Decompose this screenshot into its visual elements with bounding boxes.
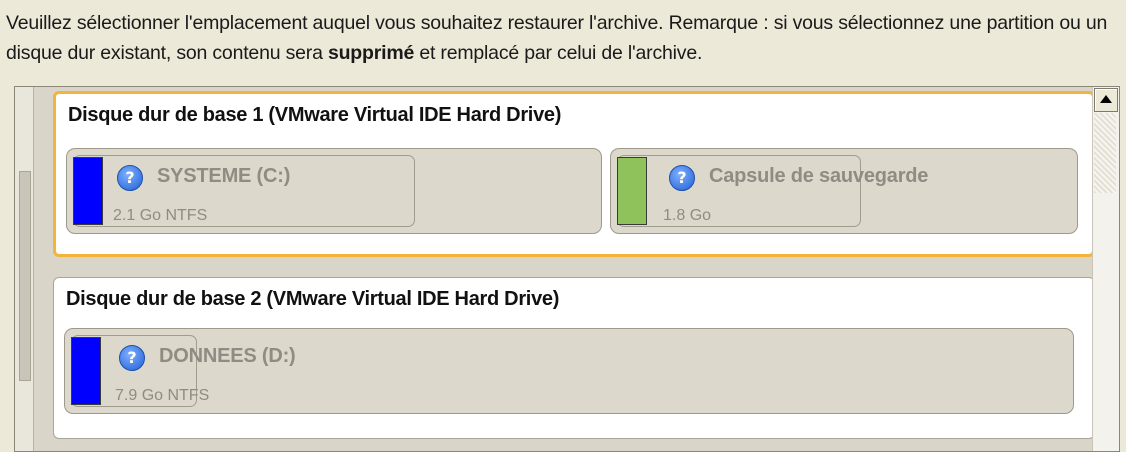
partition-capsule[interactable]: ? Capsule de sauvegarde 1.8 Go [610,148,1078,234]
partition-donnees-color-bar [71,337,101,405]
scrollbar-track[interactable] [1094,113,1116,193]
disk-2-partitions: ? DONNEES (D:) 7.9 Go NTFS [64,328,1084,414]
instructions-text-end: et remplacé par celui de l'archive. [414,42,703,64]
left-strip-notch [19,171,31,381]
scroll-up-triangle [1100,95,1112,103]
help-icon[interactable]: ? [669,165,695,191]
instructions-text: Veuillez sélectionner l'emplacement auqu… [6,8,1116,68]
disk-1-partitions: ? SYSTEME (C:) 2.1 Go NTFS ? Capsule de … [66,148,1082,234]
disk-list-panel: Disque dur de base 1 (VMware Virtual IDE… [14,86,1120,452]
partition-donnees[interactable]: ? DONNEES (D:) 7.9 Go NTFS [64,328,1074,414]
partition-systeme-color-bar [73,157,103,225]
disk-list-content: Disque dur de base 1 (VMware Virtual IDE… [35,87,1095,451]
partition-donnees-info: 7.9 Go NTFS [115,387,210,404]
help-icon[interactable]: ? [117,165,143,191]
disk-1-card[interactable]: Disque dur de base 1 (VMware Virtual IDE… [53,91,1095,257]
disk-2-card[interactable]: Disque dur de base 2 (VMware Virtual IDE… [53,277,1095,439]
partition-capsule-name: Capsule de sauvegarde [709,165,929,187]
scroll-up-arrow-icon[interactable] [1094,88,1118,112]
partition-systeme[interactable]: ? SYSTEME (C:) 2.1 Go NTFS [66,148,602,234]
partition-capsule-info: 1.8 Go [663,207,712,224]
partition-capsule-color-bar [617,157,647,225]
help-icon[interactable]: ? [119,345,145,371]
instructions-bold-word: supprimé [327,42,415,64]
disk-1-title: Disque dur de base 1 (VMware Virtual IDE… [68,104,562,126]
partition-systeme-name: SYSTEME (C:) [157,165,291,187]
disk-2-title: Disque dur de base 2 (VMware Virtual IDE… [66,288,560,310]
vertical-scrollbar[interactable] [1092,87,1119,451]
left-scroll-strip [15,87,34,451]
partition-donnees-name: DONNEES (D:) [159,345,296,367]
partition-systeme-info: 2.1 Go NTFS [113,207,208,224]
